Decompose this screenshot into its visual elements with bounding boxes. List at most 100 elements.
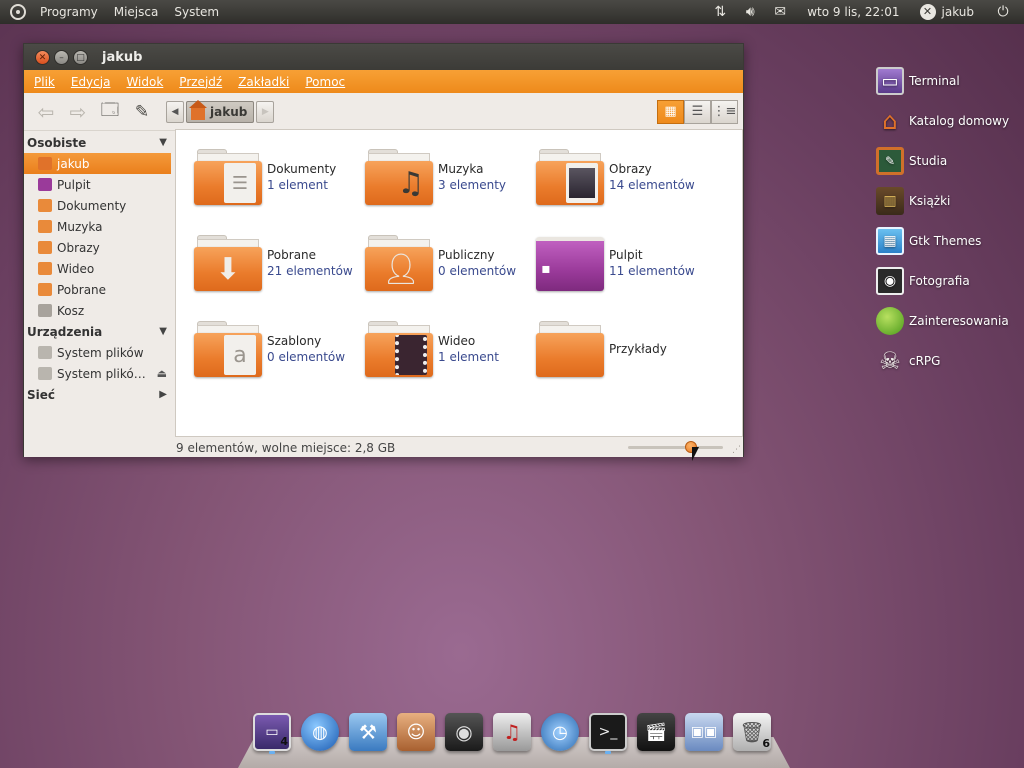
folder-muzyka[interactable]: ♫ Muzyka 3 elementy [365, 144, 530, 210]
file-count: 1 element [267, 177, 328, 192]
power-icon[interactable]: ⏻ [988, 4, 1018, 20]
desktop-icon-gtk-themes[interactable]: ▦ Gtk Themes [876, 227, 981, 255]
desktop-icon-crpg[interactable]: ☠ cRPG [876, 347, 940, 375]
file-view[interactable]: ☰ Dokumenty 1 element ♫ Muzyka 3 elementy … [175, 129, 743, 437]
eject-icon[interactable]: ⏏ [157, 367, 167, 380]
icon-view-button[interactable]: ▦ [657, 99, 684, 124]
sidebar-item-label: Dokumenty [57, 198, 127, 213]
desktop-icon-studia[interactable]: ✎ Studia [876, 147, 947, 175]
menu-programy[interactable]: Programy [32, 0, 106, 24]
sidebar-item-label: Pulpit [57, 177, 91, 192]
desktop-icon-zainteresowania[interactable]: Zainteresowania [876, 307, 1009, 335]
path-button-home[interactable]: jakub [186, 99, 255, 123]
user-menu[interactable]: ✕ jakub [912, 4, 989, 20]
zoom-slider[interactable] [628, 441, 723, 453]
maximize-button[interactable]: □ [73, 49, 88, 65]
panel-indicators: ⇅ 🔊︎ ✉ wto 9 lis, 22:01 ✕ jakub ⏻ [705, 0, 1024, 24]
volume-icon[interactable]: 🔊︎ [735, 4, 765, 20]
sidebar-item-pulpit[interactable]: Pulpit [24, 174, 171, 195]
sidebar-item-kosz[interactable]: Kosz [24, 300, 171, 321]
sidebar-header-devices[interactable]: Urządzenia ▼ [24, 321, 171, 342]
dashboard-icon[interactable]: ◷ [541, 713, 579, 751]
photo-editor-icon[interactable]: ☺ [397, 713, 435, 751]
file-name: Pulpit [609, 247, 643, 262]
file-count: 1 element [438, 349, 499, 364]
minimize-button[interactable]: – [54, 49, 69, 65]
desktop-icon-label: Fotografia [909, 274, 970, 288]
network-manager-icon[interactable]: ▣▣ [685, 713, 723, 751]
back-arrow-icon[interactable]: ⇦ [30, 98, 62, 126]
titlebar[interactable]: ✕ – □ jakub [24, 44, 743, 70]
folder-icon [536, 149, 604, 205]
window-switcher-icon[interactable]: ▭ 4 [253, 713, 291, 751]
file-count: 14 elementów [609, 177, 695, 192]
sidebar-item-filesystem-2[interactable]: System plikó… ⏏ [24, 363, 171, 384]
menu-przejdz[interactable]: Przejdź [171, 75, 230, 89]
desktop-icon-fotografia[interactable]: ◉ Fotografia [876, 267, 970, 295]
menu-zakladki[interactable]: Zakładki [230, 75, 297, 89]
compact-view-button[interactable]: ⋮≡ [711, 99, 738, 124]
sidebar-item-label: Obrazy [57, 240, 100, 255]
collapse-triangle-icon[interactable]: ▼ [159, 326, 167, 337]
path-right-arrow-icon[interactable]: ▶ [256, 100, 275, 123]
panel-clock[interactable]: wto 9 lis, 22:01 [795, 5, 911, 19]
sidebar-header-label: Sieć [27, 387, 56, 402]
clapperboard-icon[interactable]: 🎬︎ [637, 713, 675, 751]
sidebar-item-filesystem[interactable]: System plików [24, 342, 171, 363]
desktop-icon-katalog[interactable]: ⌂ Katalog domowy [876, 107, 1009, 135]
sidebar-item-obrazy[interactable]: Obrazy [24, 237, 171, 258]
close-button[interactable]: ✕ [35, 49, 50, 65]
globe-browser-icon[interactable]: ◍ [301, 713, 339, 751]
desktop-icon-ksiazki[interactable]: ▥ Książki [876, 187, 950, 215]
dock-badge: 6 [762, 737, 770, 750]
edit-pencil-icon[interactable]: ✎ [126, 98, 158, 126]
sidebar-header-network[interactable]: Sieć ▶ [24, 384, 171, 405]
desktop-icon-label: cRPG [909, 354, 941, 368]
folder-przyklady[interactable]: Przykłady [536, 316, 701, 382]
path-left-arrow-icon[interactable]: ◀ [166, 100, 184, 123]
terminal-icon[interactable]: >_ [589, 713, 627, 751]
menu-edycja[interactable]: Edycja [63, 75, 119, 89]
sidebar-item-label: Muzyka [57, 219, 103, 234]
file-name: Szablony [267, 333, 322, 348]
resize-grip-icon[interactable]: ⋰ [732, 445, 741, 455]
development-tools-icon[interactable]: ⚒ [349, 713, 387, 751]
list-view-button[interactable]: ☰ [684, 99, 711, 124]
headphones-icon[interactable]: ♫ [493, 713, 531, 751]
collapse-triangle-icon[interactable]: ▼ [159, 137, 167, 148]
menu-system[interactable]: System [166, 0, 227, 24]
ubuntu-logo-icon[interactable] [10, 4, 26, 20]
mail-icon[interactable]: ✉ [765, 4, 795, 20]
menu-widok[interactable]: Widok [118, 75, 171, 89]
menu-miejsca[interactable]: Miejsca [106, 0, 167, 24]
folder-pulpit[interactable]: ▪ Pulpit 11 elementów [536, 230, 701, 296]
sidebar-item-wideo[interactable]: Wideo [24, 258, 171, 279]
desktop-icon-terminal[interactable]: ▭ Terminal [876, 67, 960, 95]
sidebar-header-personal[interactable]: Osobiste ▼ [24, 132, 171, 153]
path-label: jakub [210, 104, 248, 119]
folder-wideo[interactable]: Wideo 1 element [365, 316, 530, 382]
new-tab-icon[interactable]: 🗔︎ [94, 98, 126, 126]
sidebar-item-jakub[interactable]: jakub [24, 153, 171, 174]
downloads-icon [38, 283, 52, 296]
menu-plik[interactable]: Plik [24, 75, 63, 89]
trash-icon[interactable]: 🗑︎ 6 [733, 713, 771, 751]
expand-triangle-icon[interactable]: ▶ [159, 389, 167, 400]
folder-obrazy[interactable]: Obrazy 14 elementów [536, 144, 701, 210]
sidebar-item-muzyka[interactable]: Muzyka [24, 216, 171, 237]
file-count: 11 elementów [609, 263, 695, 278]
folder-dokumenty[interactable]: ☰ Dokumenty 1 element [194, 144, 359, 210]
menu-pomoc[interactable]: Pomoc [297, 75, 353, 89]
photo-icon [566, 163, 598, 203]
network-icon[interactable]: ⇅ [705, 4, 735, 20]
folder-szablony[interactable]: a Szablony 0 elementów [194, 316, 359, 382]
folder-pobrane[interactable]: ⬇ Pobrane 21 elementów [194, 230, 359, 296]
file-manager-window: ✕ – □ jakub Plik Edycja Widok Przejdź Za… [23, 43, 744, 457]
camera-icon[interactable]: ◉ [445, 713, 483, 751]
folder-publiczny[interactable]: 👤︎ Publiczny 0 elementów [365, 230, 530, 296]
dock-badge: 4 [280, 735, 288, 748]
sidebar-item-pobrane[interactable]: Pobrane [24, 279, 171, 300]
sidebar-item-dokumenty[interactable]: Dokumenty [24, 195, 171, 216]
desktop-icon: ▪ [541, 261, 551, 277]
forward-arrow-icon[interactable]: ⇨ [62, 98, 94, 126]
